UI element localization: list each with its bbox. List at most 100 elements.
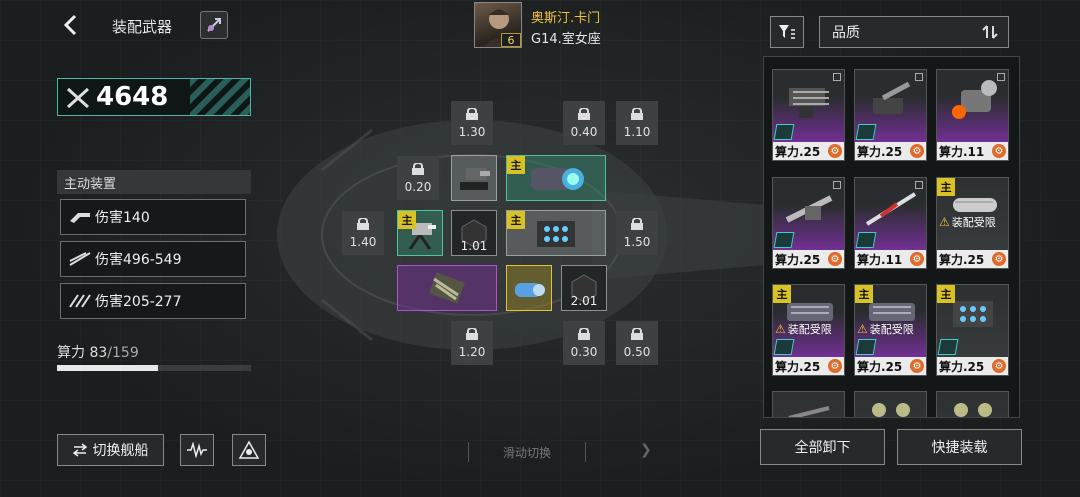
tier-chip-icon [855,339,877,355]
main-tag: 主 [507,211,525,229]
inventory-card[interactable] [772,391,845,417]
locked-slot[interactable]: 1.20 [451,321,493,365]
locked-slot[interactable]: 0.20 [397,156,439,200]
equipped-slot[interactable] [397,265,497,311]
card-cost: 算力.11 [939,144,985,159]
gear-icon: ⚙ [992,359,1006,373]
calc-total: /159 [107,345,139,361]
gear-icon: ⚙ [992,252,1006,266]
page-title: 装配武器 [112,18,173,36]
card-footer: 算力.25 ⚙ [937,250,1008,268]
cannon-icon [531,168,584,190]
gear-icon: ⚙ [910,359,924,373]
inventory-card[interactable]: 主 ⚠ 装配受限 算力.25 ⚙ [936,177,1009,269]
locked-slot[interactable]: 1.30 [451,101,493,145]
chevron-right-icon[interactable]: ❯ [640,442,652,458]
warn-text: 装配受限 [951,216,996,229]
card-cost: 算力.25 [939,359,985,374]
calc-title: 算力 [57,345,85,361]
equip-restricted: ⚠ 装配受限 [857,321,914,337]
inventory-card[interactable]: 主 ⚠ 装配受限 算力.25 ⚙ [854,284,927,376]
filter-button[interactable] [770,16,804,48]
beam-icon [69,252,91,266]
lock-mini-icon [997,73,1005,81]
gear-icon: ⚙ [992,144,1006,158]
inventory-card[interactable] [854,391,927,417]
power-value: 4648 [96,82,169,112]
warn-text: 装配受限 [869,323,914,336]
gear-icon: ⚙ [910,252,924,266]
lock-mini-icon [833,181,841,189]
card-footer: 算力.25 ⚙ [855,357,926,375]
locked-slot[interactable]: 1.10 [616,101,658,145]
main-tag: 主 [507,156,525,174]
rocket-button[interactable] [200,11,228,39]
gear-icon: ⚙ [828,359,842,373]
equipped-slot[interactable]: 主 [506,155,606,201]
tier-chip-icon [773,232,795,248]
inventory-card[interactable]: 算力.25 ⚙ [772,177,845,269]
locked-slot[interactable]: 1.40 [342,211,384,255]
gear-icon: ⚙ [910,144,924,158]
locked-slot[interactable]: 0.50 [616,321,658,365]
lock-icon [465,326,479,340]
main-tag: 主 [398,211,416,229]
stat-damage-1: 伤害140 [60,199,246,235]
equipped-slot[interactable]: 2.01 [561,265,607,311]
inventory-card[interactable]: 主 ⚠ 装配受限 算力.25 ⚙ [772,284,845,376]
card-cost: 算力.11 [857,252,903,267]
lock-mini-icon [915,181,923,189]
slot-cost: 1.10 [623,124,651,139]
back-button[interactable] [58,12,84,38]
equipped-slot[interactable]: 主 [506,210,606,256]
locked-slot[interactable]: 0.30 [563,321,605,365]
commander-avatar[interactable]: 6 [474,2,522,48]
card-footer: 算力.25 ⚙ [937,357,1008,375]
lock-icon [630,216,644,230]
inventory-card[interactable]: 算力.25 ⚙ [854,69,927,161]
inventory-card[interactable]: 算力.25 ⚙ [772,69,845,161]
locked-slot[interactable]: 1.50 [616,211,658,255]
lock-icon [577,326,591,340]
sort-arrows-icon [982,25,998,39]
waveform-icon [187,442,207,458]
formation-button[interactable] [180,434,214,466]
lock-icon [356,216,370,230]
missile-pod-icon [537,221,575,247]
unload-all-button[interactable]: 全部卸下 [760,429,885,465]
card-footer: 算力.25 ⚙ [773,142,844,160]
quick-equip-button[interactable]: 快捷装载 [897,429,1022,465]
fleet-button[interactable] [232,434,266,466]
locked-slot[interactable]: 0.40 [563,101,605,145]
quick-equip-label: 快捷装载 [931,440,988,456]
equipped-slot[interactable] [451,155,497,201]
tier-chip-icon [855,124,877,140]
inventory-card[interactable]: 算力.11 ⚙ [936,69,1009,161]
inventory-card[interactable]: 主 算力.25 ⚙ [936,284,1009,376]
slot-cost: 2.01 [570,294,598,308]
swap-icon [72,443,87,457]
slot-cost: 0.50 [623,344,651,359]
lock-icon [630,106,644,120]
lance-icon [865,192,917,226]
equipped-slot[interactable]: 主 [397,210,443,256]
tier-chip-icon [855,232,877,248]
card-cost: 算力.25 [857,144,903,159]
equipped-slot[interactable] [506,265,552,311]
twin-cannon-icon [872,403,910,417]
equipped-slot[interactable]: 1.01 [451,210,497,256]
missile-icon [69,294,91,308]
sort-dropdown[interactable]: 品质 [819,16,1009,48]
lock-mini-icon [915,73,923,81]
heavy-cannon-icon [952,80,997,119]
cannon-icon [70,213,90,223]
slot-cost: 1.50 [623,234,651,249]
equip-restricted: ⚠ 装配受限 [939,214,996,230]
power-stripes [190,79,250,115]
stat-damage-3: 伤害205-277 [60,283,246,319]
inventory-grid: 算力.25 ⚙ 算力.25 ⚙ 算力.11 ⚙ 算力.25 ⚙ 算力.11 ⚙ 主 ⚠ 装配… [763,56,1020,418]
switch-ship-button[interactable]: 切换舰船 [57,434,164,466]
inventory-card[interactable] [936,391,1009,417]
card-cost: 算力.25 [775,144,821,159]
inventory-card[interactable]: 算力.11 ⚙ [854,177,927,269]
